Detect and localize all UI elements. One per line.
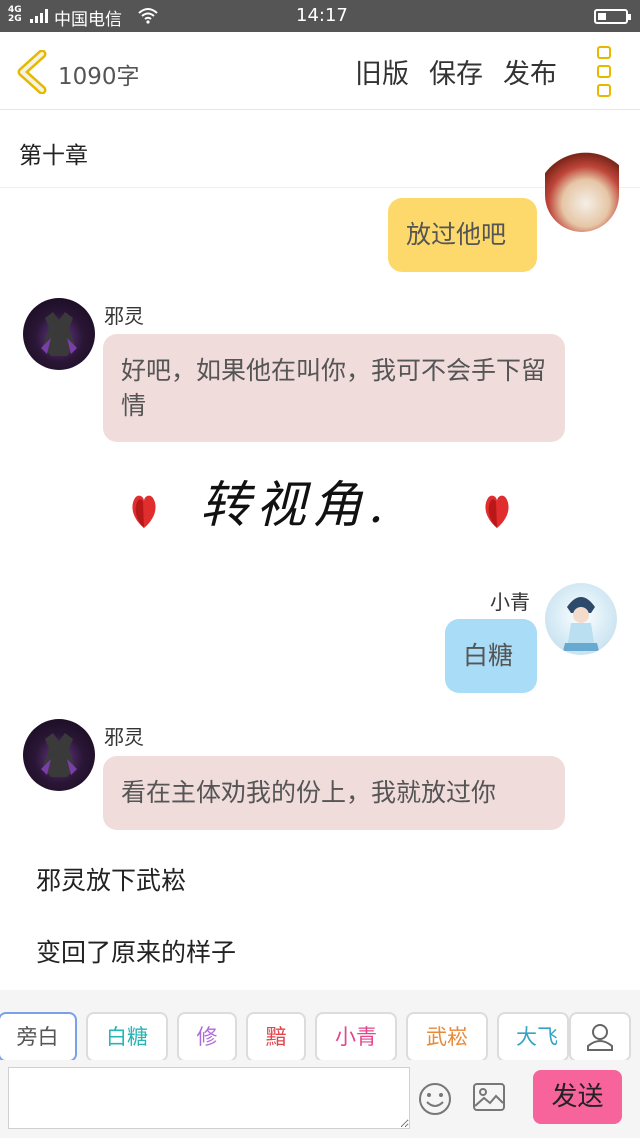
heart-icon: [485, 495, 509, 528]
character-figure: [41, 733, 77, 777]
old-version-button[interactable]: 旧版: [355, 52, 409, 91]
status-bar: 4G 2G 中国电信 14:17: [0, 0, 640, 32]
role-chip-narrator[interactable]: 旁白: [0, 1012, 77, 1062]
image-icon[interactable]: [472, 1082, 506, 1112]
message-bubble[interactable]: 放过他吧: [388, 198, 537, 272]
avatar-partial[interactable]: [545, 150, 619, 232]
wifi-icon: [138, 8, 158, 24]
more-vertical-icon[interactable]: [596, 46, 614, 98]
role-chip-xiaoqing[interactable]: 小青: [315, 1012, 397, 1062]
character-figure: [563, 597, 599, 651]
role-manager-button[interactable]: [569, 1012, 631, 1062]
role-chip-an[interactable]: 黯: [246, 1012, 306, 1062]
avatar-xiaoqing[interactable]: [545, 583, 617, 655]
save-button[interactable]: 保存: [429, 52, 483, 91]
chevron-left-icon[interactable]: [14, 50, 50, 94]
emoji-icon[interactable]: [418, 1082, 452, 1116]
carrier-name: 中国电信: [54, 10, 122, 30]
chapter-title-field[interactable]: 第十章: [0, 110, 640, 188]
avatar-xieling[interactable]: [23, 298, 95, 370]
network-type: 4G 2G: [8, 5, 22, 24]
person-icon: [587, 1024, 613, 1051]
editor-header: 1090字 旧版 保存 发布: [0, 32, 640, 110]
speaker-name: 邪灵: [104, 725, 144, 749]
speaker-name: 邪灵: [104, 304, 144, 328]
clock: 14:17: [296, 5, 348, 26]
composer-bar: 发送: [0, 1060, 640, 1138]
publish-button[interactable]: 发布: [503, 52, 557, 91]
role-chip-wusong[interactable]: 武崧: [406, 1012, 488, 1062]
message-bubble[interactable]: 白糖: [445, 619, 537, 693]
word-count: 1090字: [58, 64, 140, 90]
message-text: 放过他吧: [406, 220, 507, 249]
role-chip-baitang[interactable]: 白糖: [86, 1012, 168, 1062]
message-input[interactable]: [8, 1067, 410, 1129]
narration-text[interactable]: 变回了原来的样子: [36, 933, 236, 969]
message-bubble[interactable]: 好吧，如果他在叫你，我可不会手下留情: [103, 334, 565, 442]
heart-icon: [132, 495, 156, 528]
signal-icon: [30, 9, 48, 23]
message-text: 好吧，如果他在叫你，我可不会手下留情: [121, 356, 547, 420]
speaker-name: 小青: [490, 590, 530, 614]
message-text: 看在主体劝我的份上，我就放过你: [121, 778, 497, 807]
chapter-title: 第十章: [19, 143, 88, 169]
character-figure: [41, 312, 77, 356]
message-text: 白糖: [463, 641, 514, 670]
narration-text[interactable]: 邪灵放下武崧: [36, 861, 186, 897]
message-bubble[interactable]: 看在主体劝我的份上，我就放过你: [103, 756, 565, 830]
role-chip-dafei[interactable]: 大飞: [497, 1012, 569, 1062]
avatar-xieling[interactable]: [23, 719, 95, 791]
scene-break-handwriting: 转视角.: [200, 476, 390, 534]
role-chip-xiu[interactable]: 修: [177, 1012, 237, 1062]
battery-icon: [594, 9, 631, 24]
send-button[interactable]: 发送: [533, 1070, 622, 1124]
